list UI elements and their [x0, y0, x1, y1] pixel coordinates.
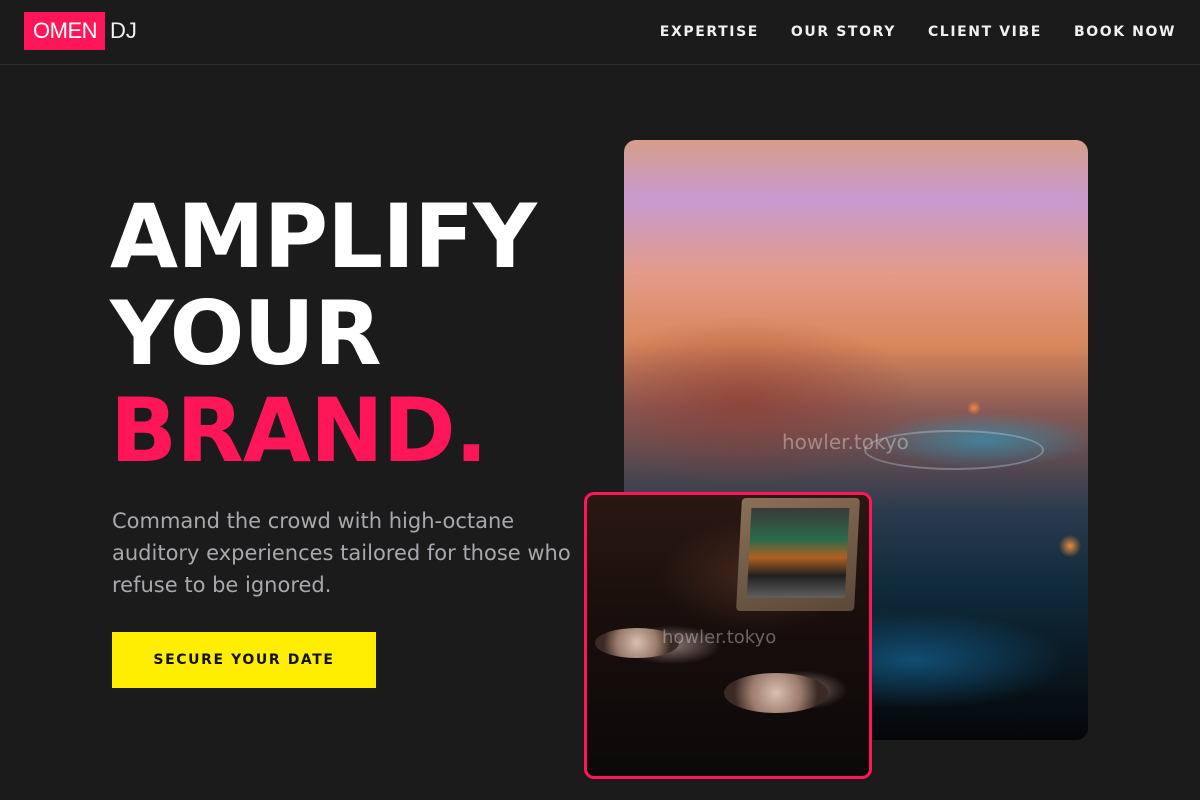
- main-menu: EXPERTISE OUR STORY CLIENT VIBE BOOK NOW: [660, 0, 1176, 64]
- logo-box-text: OMEN: [24, 12, 105, 50]
- dj-controller-photo: howler.tokyo: [584, 492, 872, 779]
- nav-link-client-vibe[interactable]: CLIENT VIBE: [928, 24, 1042, 40]
- nav-link-book-now[interactable]: BOOK NOW: [1074, 24, 1176, 40]
- nav-link-expertise[interactable]: EXPERTISE: [660, 24, 759, 40]
- laptop-screen: [746, 508, 850, 598]
- inset-photo-watermark: howler.tokyo: [662, 627, 777, 648]
- nav-link-our-story[interactable]: OUR STORY: [791, 24, 896, 40]
- main-photo-watermark: howler.tokyo: [782, 430, 909, 454]
- logo-suffix-text: DJ: [110, 18, 137, 43]
- secure-your-date-button[interactable]: SECURE YOUR DATE: [112, 632, 376, 688]
- headline-line-your: YOUR: [110, 282, 382, 385]
- hero-tagline: Command the crowd with high-octane audit…: [112, 509, 571, 597]
- laptop-image: [736, 498, 860, 611]
- headline-line-brand: BRAND.: [110, 379, 488, 482]
- right-jog-wheel: [724, 673, 828, 713]
- top-navbar: OMEN DJ EXPERTISE OUR STORY CLIENT VIBE …: [0, 0, 1200, 65]
- hero-headline: AMPLIFY YOUR BRAND.: [110, 185, 537, 482]
- brand-logo[interactable]: OMEN DJ: [24, 12, 137, 50]
- headline-line-amplify: AMPLIFY: [110, 185, 537, 288]
